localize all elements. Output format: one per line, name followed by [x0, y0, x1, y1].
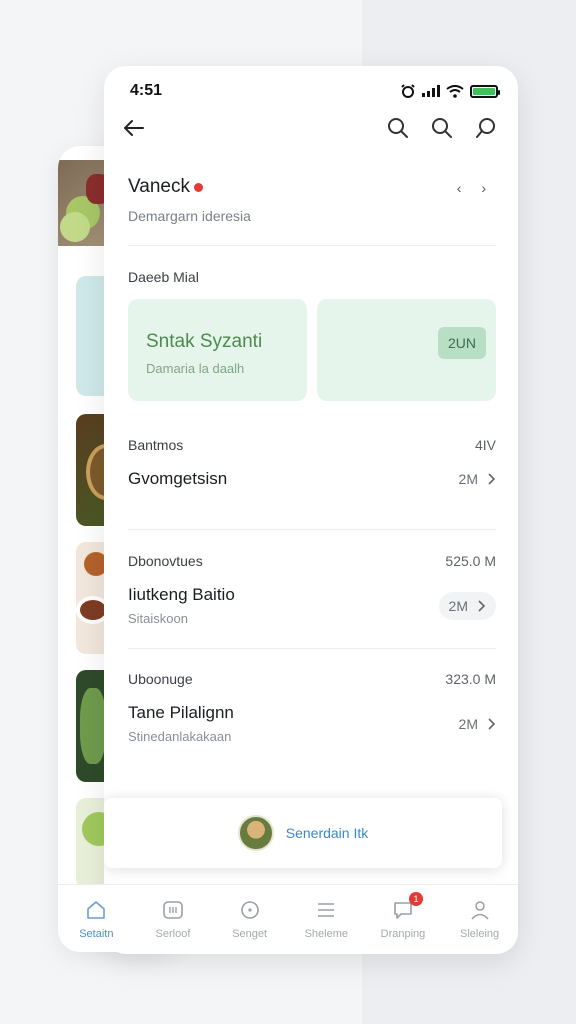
- row-subtitle: Sitaiskoon: [128, 611, 188, 626]
- row-value-text: 2M: [448, 597, 468, 614]
- row-value-text: 2M: [458, 715, 478, 732]
- nav-item-profile[interactable]: Sleleing: [444, 898, 516, 940]
- row-metric: 323.0 M: [445, 671, 496, 687]
- row-value[interactable]: 2M: [459, 471, 496, 487]
- title-text: Vaneck: [128, 176, 190, 197]
- feature-tile[interactable]: Sntak Syzanti Damaria la daalh: [128, 299, 307, 401]
- divider: [128, 529, 496, 530]
- list-item[interactable]: Dbonovtues 525.0 M Iiutkeng Baitio Sitai…: [128, 553, 496, 626]
- section-label: Daeeb Mial: [128, 269, 199, 285]
- lookup-icon: [476, 118, 495, 138]
- profile-icon: [471, 900, 489, 920]
- row-title: Gvomgetsisn: [128, 469, 228, 488]
- notification-dot: [193, 182, 203, 192]
- chevron-right-icon: [488, 717, 496, 730]
- row-value[interactable]: 2M: [459, 716, 496, 732]
- chevron-right-icon: [488, 473, 496, 485]
- nav-label: Senget: [232, 927, 268, 940]
- list-icon: [318, 902, 335, 917]
- home-icon: [87, 900, 106, 919]
- nav-item-scan[interactable]: Serloof: [137, 898, 209, 940]
- wifi-icon: [446, 84, 464, 98]
- row-body: Gvomgetsisn 2M: [128, 469, 496, 489]
- scan-icon: [163, 900, 183, 919]
- header-section: Vaneck Demargarn ideresia ‹ ›: [128, 176, 496, 226]
- page-title: Vaneck: [128, 176, 203, 198]
- search-icon: [240, 900, 259, 919]
- row-header: Bantmos 4IV: [128, 437, 496, 453]
- lookup-button[interactable]: [472, 114, 500, 142]
- status-time: 4:51: [130, 82, 163, 99]
- row-subtitle: Stinedanlakakaan: [128, 729, 232, 744]
- secondary-tile[interactable]: 2UN: [317, 299, 496, 401]
- tile-title: Sntak Syzanti: [146, 331, 263, 352]
- pager-arrows[interactable]: ‹ ›: [457, 180, 494, 196]
- magnifier-icon: [432, 118, 452, 138]
- row-metric: 4IV: [474, 437, 496, 453]
- chevron-right-icon: [478, 599, 486, 612]
- phone-screen: 4:51 Vaneck Demargarn ideresia ‹ › Daeeb…: [104, 66, 518, 954]
- status-icons: [400, 84, 500, 98]
- row-value[interactable]: 2M: [438, 591, 496, 620]
- nav-item-home[interactable]: Setaitn: [60, 898, 132, 940]
- battery-icon: [470, 84, 500, 98]
- signal-icon: [422, 85, 440, 97]
- nav-label: Dranping: [380, 927, 426, 940]
- page-subtitle: Demargarn ideresia: [128, 208, 251, 224]
- row-body: Iiutkeng Baitio Sitaiskoon 2M: [128, 585, 496, 626]
- search-button[interactable]: [384, 114, 412, 142]
- arrow-left-icon: [124, 120, 144, 136]
- avatar: [237, 815, 274, 851]
- notification-badge: 1: [408, 891, 423, 906]
- row-category: Uboonuge: [128, 671, 193, 687]
- tile-chip: 2UN: [437, 327, 486, 359]
- nav-label: Sleleing: [460, 927, 500, 940]
- nav-item-chat[interactable]: 1 Dranping: [367, 891, 439, 940]
- highlight-tiles: Sntak Syzanti Damaria la daalh 2UN: [128, 299, 496, 401]
- list-item[interactable]: Uboonuge 323.0 M Tane Pilalignn Stinedan…: [128, 671, 496, 744]
- row-title: Tane Pilalignn: [128, 703, 234, 722]
- row-value-text: 2M: [458, 471, 478, 487]
- back-button[interactable]: [120, 114, 148, 142]
- alarm-icon: [401, 84, 415, 98]
- nav-item-search[interactable]: Senget: [214, 898, 286, 940]
- row-header: Uboonuge 323.0 M: [128, 671, 496, 687]
- nav-item-list[interactable]: Sheleme: [290, 898, 362, 940]
- tile-subtitle: Damaria la daalh: [146, 361, 245, 376]
- list-item[interactable]: Bantmos 4IV Gvomgetsisn 2M: [128, 437, 496, 489]
- nav-label: Setaitn: [79, 927, 114, 940]
- row-category: Dbonovtues: [128, 553, 203, 569]
- row-header: Dbonovtues 525.0 M: [128, 553, 496, 569]
- row-title: Iiutkeng Baitio: [128, 585, 235, 604]
- popup-text[interactable]: Senerdain Itk: [286, 825, 369, 841]
- bottom-popup[interactable]: Senerdain Itk: [104, 798, 502, 868]
- toolbar: [120, 112, 500, 144]
- row-category: Bantmos: [128, 437, 184, 453]
- row-body: Tane Pilalignn Stinedanlakakaan 2M: [128, 703, 496, 744]
- divider: [128, 648, 496, 649]
- nav-label: Serloof: [155, 927, 191, 940]
- search-icon: [388, 118, 408, 138]
- zoom-button[interactable]: [428, 114, 456, 142]
- nav-label: Sheleme: [304, 927, 348, 940]
- status-bar: 4:51: [130, 82, 500, 104]
- divider: [128, 245, 496, 246]
- bottom-navigation: Setaitn Serloof Senget Sheleme 1 Dranpin…: [58, 884, 518, 952]
- row-metric: 525.0 M: [445, 553, 496, 569]
